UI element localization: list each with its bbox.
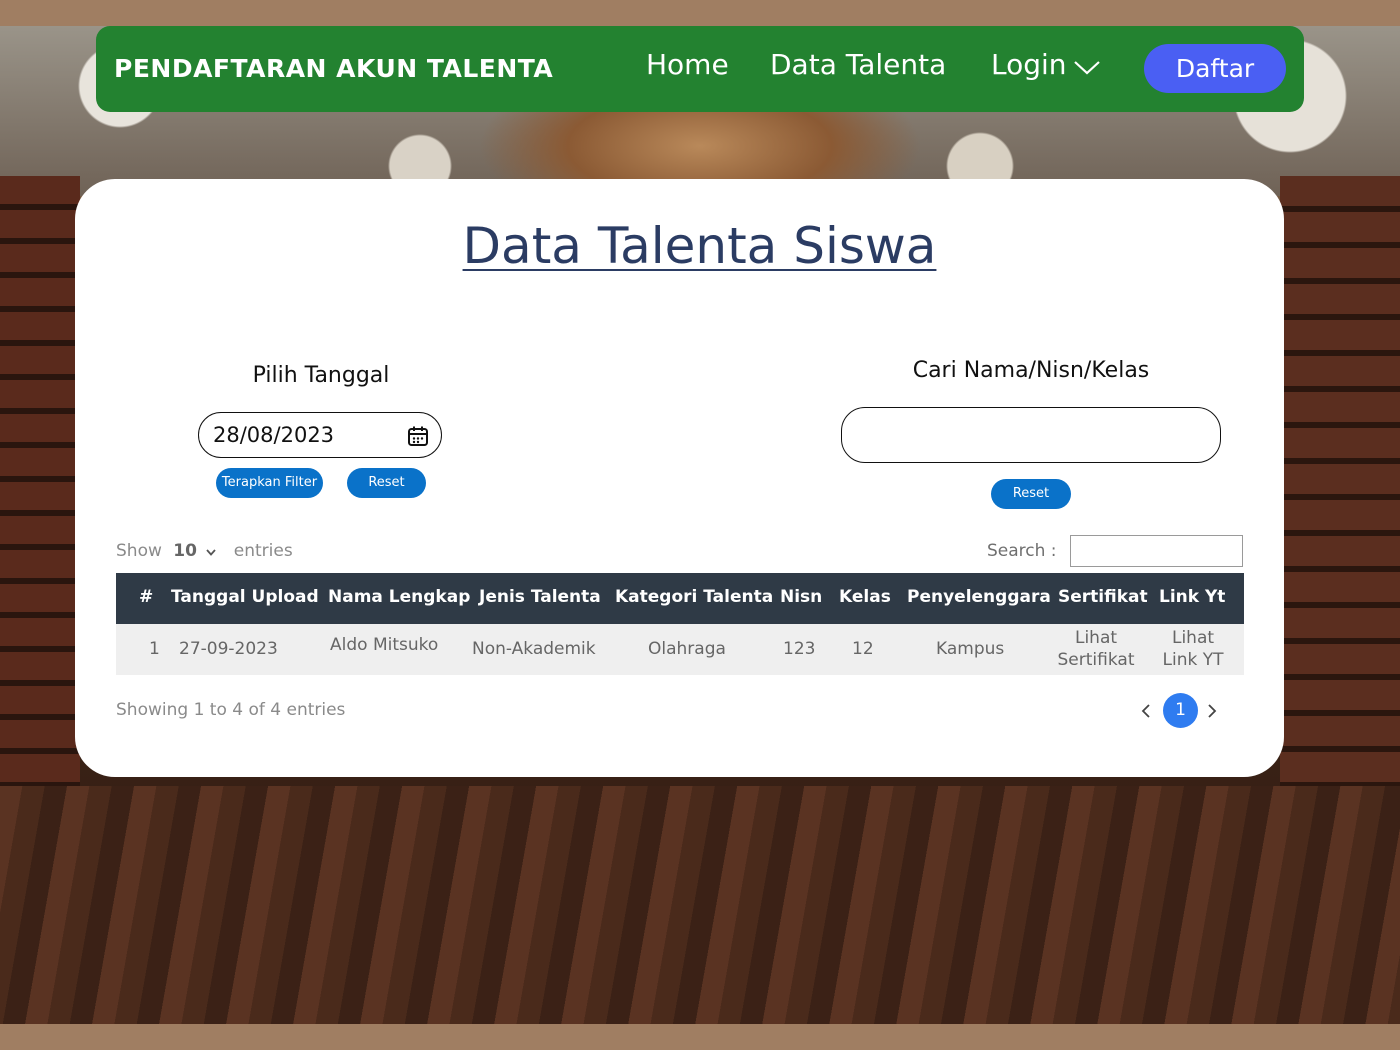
col-nisn[interactable]: Nisn <box>780 587 822 607</box>
table-header: # Tanggal Upload Nama Lengkap Jenis Tale… <box>116 573 1244 624</box>
cell-penyelenggara: Kampus <box>936 639 1005 659</box>
chevron-right-icon[interactable] <box>1207 703 1217 722</box>
col-kategori-talenta[interactable]: Kategori Talenta <box>615 587 773 607</box>
table-info: Showing 1 to 4 of 4 entries <box>116 700 346 720</box>
table-search-label: Search : <box>987 541 1057 561</box>
date-filter-label: Pilih Tanggal <box>252 363 390 388</box>
view-certificate-link[interactable]: Lihat Sertifikat <box>1055 627 1137 671</box>
col-kelas[interactable]: Kelas <box>839 587 891 607</box>
col-jenis-talenta[interactable]: Jenis Talenta <box>479 587 601 607</box>
name-nisn-kelas-search-input[interactable] <box>841 407 1221 463</box>
col-sertifikat[interactable]: Sertifikat <box>1058 587 1148 607</box>
brand-title[interactable]: PENDAFTARAN AKUN TALENTA <box>114 54 553 83</box>
cell-no: 1 <box>149 639 160 659</box>
show-entries: Show 10 entries <box>116 541 293 561</box>
table-search-input[interactable] <box>1070 535 1243 567</box>
cell-kategori: Olahraga <box>648 639 726 659</box>
main-card: Data Talenta Siswa Pilih Tanggal 28/08/2… <box>75 179 1284 777</box>
view-youtube-line2: Link YT <box>1162 650 1224 670</box>
col-penyelenggara[interactable]: Penyelenggara <box>907 587 1051 607</box>
chevron-down-icon[interactable] <box>1074 60 1100 79</box>
entries-select[interactable]: 10 <box>173 541 197 561</box>
view-youtube-link[interactable]: Lihat Link YT <box>1159 627 1227 671</box>
view-certificate-line2: Sertifikat <box>1057 650 1135 670</box>
wooden-floor <box>0 786 1400 1024</box>
cell-jenis: Non-Akademik <box>472 639 596 659</box>
cell-nisn: 123 <box>783 639 816 659</box>
cell-nama: Aldo Mitsuko <box>330 635 439 655</box>
date-value: 28/08/2023 <box>213 423 335 447</box>
view-certificate-line1: Lihat <box>1074 628 1118 648</box>
apply-filter-button[interactable]: Terapkan Filter <box>216 468 323 498</box>
col-nama-lengkap[interactable]: Nama Lengkap <box>328 587 470 607</box>
daftar-button[interactable]: Daftar <box>1144 44 1286 93</box>
chevron-down-icon[interactable] <box>206 541 217 561</box>
nav-home-link[interactable]: Home <box>646 48 729 81</box>
nav-login-dropdown[interactable]: Login <box>991 48 1067 81</box>
page-title: Data Talenta Siswa <box>462 217 937 275</box>
calendar-icon[interactable] <box>407 425 429 451</box>
reset-search-button[interactable]: Reset <box>991 479 1071 509</box>
col-link-yt[interactable]: Link Yt <box>1159 587 1225 607</box>
navbar: PENDAFTARAN AKUN TALENTA Home Data Talen… <box>96 26 1304 112</box>
col-tanggal-upload[interactable]: Tanggal Upload <box>171 587 319 607</box>
col-no[interactable]: # <box>139 587 153 607</box>
cell-tanggal: 27-09-2023 <box>179 639 278 659</box>
nav-data-talenta-link[interactable]: Data Talenta <box>770 48 946 81</box>
view-youtube-line1: Lihat <box>1171 628 1215 648</box>
table-row: 1 27-09-2023 Aldo Mitsuko Non-Akademik O… <box>116 624 1244 675</box>
search-filter-label: Cari Nama/Nisn/Kelas <box>912 358 1150 383</box>
entries-label: entries <box>233 541 293 561</box>
reset-date-button[interactable]: Reset <box>347 468 426 498</box>
chevron-left-icon[interactable] <box>1141 703 1151 722</box>
pagination-current-page[interactable]: 1 <box>1163 693 1198 728</box>
cell-kelas: 12 <box>852 639 874 659</box>
date-input[interactable]: 28/08/2023 <box>198 412 442 458</box>
show-label: Show <box>116 541 162 561</box>
